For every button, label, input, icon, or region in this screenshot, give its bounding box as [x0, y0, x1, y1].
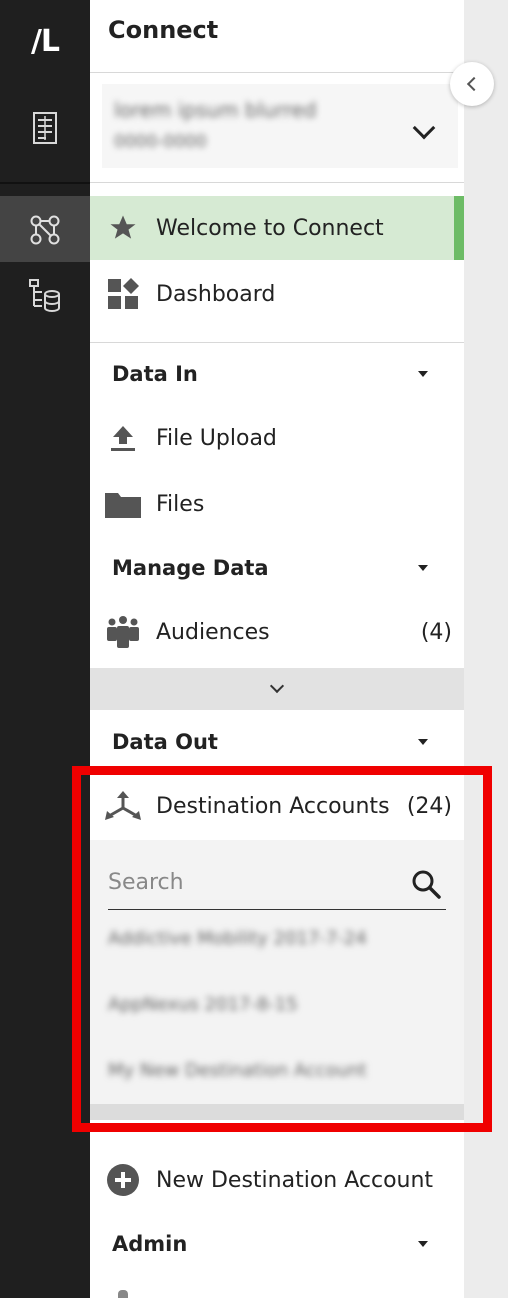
logo: /L	[30, 23, 60, 59]
section-admin[interactable]: Admin	[90, 1212, 464, 1276]
add-circle-icon	[90, 1163, 156, 1197]
expand-toggle[interactable]	[90, 668, 464, 710]
document-icon[interactable]	[0, 106, 90, 150]
nav-label: File Upload	[156, 425, 277, 451]
account-id: 0000-0000	[114, 132, 207, 152]
nav-item-welcome[interactable]: Welcome to Connect	[90, 196, 464, 260]
section-title: Manage Data	[112, 556, 269, 580]
caret-down-icon	[418, 371, 428, 377]
new-destination-account-button[interactable]: New Destination Account	[90, 1148, 464, 1212]
panel-title: Connect	[108, 16, 219, 44]
star-icon	[90, 213, 156, 243]
caret-down-icon	[418, 739, 428, 745]
collapse-panel-button[interactable]	[450, 62, 494, 106]
audiences-count: (4)	[420, 619, 452, 645]
nav-label: Files	[156, 491, 205, 517]
active-indicator	[454, 196, 464, 260]
data-tree-icon[interactable]	[0, 276, 90, 316]
nav-item-dashboard[interactable]: Dashboard	[90, 262, 464, 326]
divider	[90, 72, 464, 73]
account-name: lorem ipsum blurred	[114, 98, 317, 122]
rail-divider	[0, 182, 90, 184]
nav-label: New Destination Account	[156, 1167, 434, 1193]
dashboard-icon	[90, 277, 156, 311]
audience-icon	[90, 615, 156, 649]
section-manage-data[interactable]: Manage Data	[90, 536, 464, 600]
partial-icon	[118, 1290, 128, 1298]
chevron-down-icon[interactable]	[412, 116, 436, 140]
nav-item-files[interactable]: Files	[90, 472, 464, 536]
caret-down-icon	[418, 1241, 428, 1247]
workflow-icon[interactable]	[0, 208, 90, 252]
highlight-box	[72, 766, 492, 1132]
section-data-out[interactable]: Data Out	[90, 710, 464, 774]
upload-icon	[90, 423, 156, 453]
divider	[90, 182, 464, 183]
section-title: Data Out	[112, 730, 218, 754]
nav-item-audiences[interactable]: Audiences (4)	[90, 600, 464, 664]
section-data-in[interactable]: Data In	[90, 342, 464, 406]
section-title: Data In	[112, 362, 198, 386]
nav-label: Dashboard	[156, 281, 276, 307]
folder-icon	[90, 489, 156, 519]
section-title: Admin	[112, 1232, 188, 1256]
caret-down-icon	[418, 565, 428, 571]
chevron-down-icon	[269, 678, 285, 694]
nav-label: Audiences	[156, 619, 270, 645]
nav-label: Welcome to Connect	[156, 215, 384, 241]
nav-item-file-upload[interactable]: File Upload	[90, 406, 464, 470]
account-selector[interactable]: lorem ipsum blurred 0000-0000	[102, 84, 458, 168]
chevron-left-icon	[466, 76, 482, 92]
